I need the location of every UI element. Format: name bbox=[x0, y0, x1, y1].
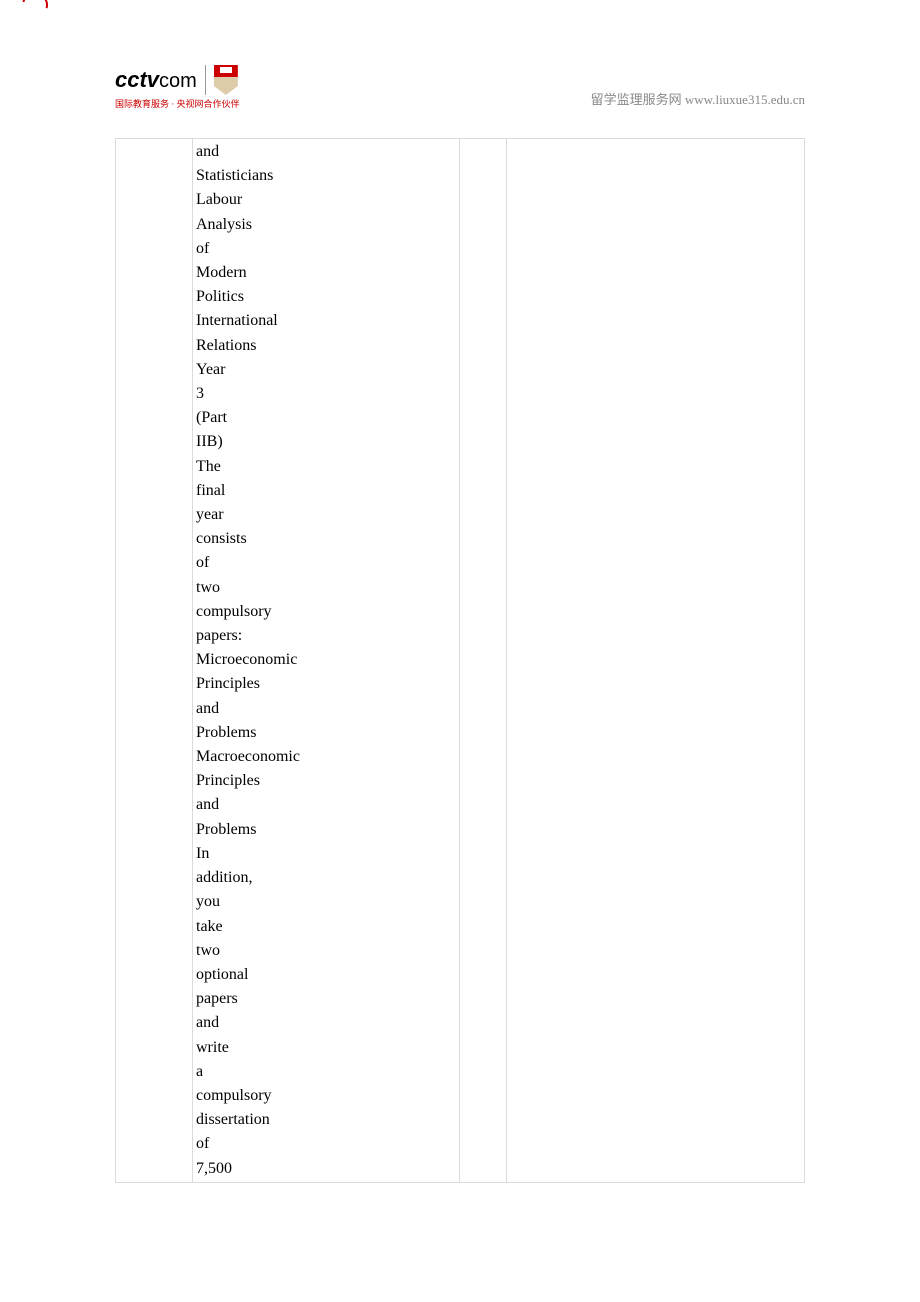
word-item: compulsory bbox=[196, 1084, 456, 1108]
page-header: cctvcom 国际教育服务 · 央视网合作伙伴 留学监理服务网 www.liu… bbox=[115, 60, 805, 110]
word-item: and bbox=[196, 793, 456, 817]
word-item: Principles bbox=[196, 769, 456, 793]
logo-cctv: cctv bbox=[115, 67, 159, 92]
word-item: final bbox=[196, 479, 456, 503]
word-item: year bbox=[196, 503, 456, 527]
logo-text: cctvcom bbox=[115, 67, 197, 93]
word-item: of bbox=[196, 1132, 456, 1156]
word-item: a bbox=[196, 1060, 456, 1084]
word-item: (Part bbox=[196, 406, 456, 430]
header-right-url: www.liuxue315.edu.cn bbox=[685, 92, 805, 107]
cell-col3 bbox=[460, 139, 506, 1182]
word-item: consists bbox=[196, 527, 456, 551]
word-item: addition, bbox=[196, 866, 456, 890]
word-item: Principles bbox=[196, 672, 456, 696]
word-item: Relations bbox=[196, 334, 456, 358]
word-item: and bbox=[196, 140, 456, 164]
word-item: you bbox=[196, 890, 456, 914]
word-item: In bbox=[196, 842, 456, 866]
cell-col2: andStatisticiansLabourAnalysisofModernPo… bbox=[193, 139, 459, 1182]
logo: cctvcom bbox=[115, 65, 240, 95]
content-table: andStatisticiansLabourAnalysisofModernPo… bbox=[115, 138, 805, 1183]
word-item: of bbox=[196, 237, 456, 261]
word-item: Analysis bbox=[196, 213, 456, 237]
logo-subtitle: 国际教育服务 · 央视网合作伙伴 bbox=[115, 97, 240, 110]
word-item: 3 bbox=[196, 382, 456, 406]
cell-col1 bbox=[116, 139, 192, 1182]
logo-block: cctvcom 国际教育服务 · 央视网合作伙伴 bbox=[115, 65, 240, 110]
cell-col4 bbox=[507, 139, 804, 1182]
word-item: papers: bbox=[196, 624, 456, 648]
word-item: Year bbox=[196, 358, 456, 382]
word-item: and bbox=[196, 1011, 456, 1035]
word-item: Macroeconomic bbox=[196, 745, 456, 769]
word-item: and bbox=[196, 697, 456, 721]
word-item: two bbox=[196, 939, 456, 963]
header-right: 留学监理服务网 www.liuxue315.edu.cn bbox=[591, 89, 805, 110]
word-item: dissertation bbox=[196, 1108, 456, 1132]
word-item: take bbox=[196, 915, 456, 939]
header-right-label: 留学监理服务网 bbox=[591, 92, 682, 107]
word-item: International bbox=[196, 309, 456, 333]
word-item: 7,500 bbox=[196, 1157, 456, 1181]
word-item: IIB) bbox=[196, 430, 456, 454]
logo-com: com bbox=[159, 70, 197, 92]
word-item: Modern bbox=[196, 261, 456, 285]
word-item: Politics bbox=[196, 285, 456, 309]
word-item: The bbox=[196, 455, 456, 479]
document-page: cctvcom 国际教育服务 · 央视网合作伙伴 留学监理服务网 www.liu… bbox=[0, 0, 920, 1302]
word-item: write bbox=[196, 1036, 456, 1060]
word-item: papers bbox=[196, 987, 456, 1011]
table-row: andStatisticiansLabourAnalysisofModernPo… bbox=[116, 139, 804, 1182]
logo-arc-icon bbox=[17, 0, 53, 23]
word-item: Labour bbox=[196, 188, 456, 212]
logo-divider bbox=[205, 65, 206, 95]
word-item: Problems bbox=[196, 818, 456, 842]
word-item: Problems bbox=[196, 721, 456, 745]
shield-icon bbox=[214, 65, 238, 95]
word-item: Statisticians bbox=[196, 164, 456, 188]
word-item: of bbox=[196, 551, 456, 575]
word-item: optional bbox=[196, 963, 456, 987]
word-list: andStatisticiansLabourAnalysisofModernPo… bbox=[196, 140, 456, 1181]
word-item: compulsory bbox=[196, 600, 456, 624]
word-item: two bbox=[196, 576, 456, 600]
word-item: Microeconomic bbox=[196, 648, 456, 672]
